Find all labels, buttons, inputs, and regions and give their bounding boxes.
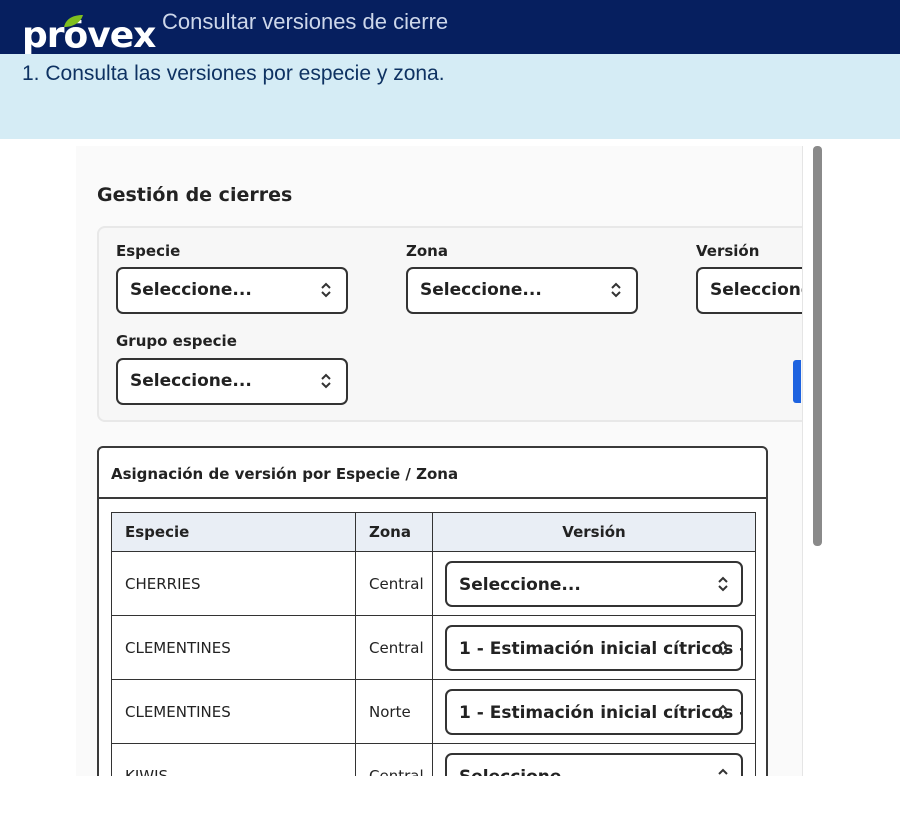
chevron-updown-icon [718, 704, 728, 720]
cell-zona: Central [355, 551, 433, 616]
cell-zona: Norte [355, 679, 433, 744]
filter-card: Especie Seleccione... Zona Seleccione...… [97, 226, 824, 422]
table-row: KIWIS Central Seleccione... [111, 743, 756, 776]
app-header: prōvex Consultar versiones de cierre [0, 0, 900, 54]
chevron-updown-icon [718, 576, 728, 592]
table-row: CLEMENTINES Central 1 - Estimación inici… [111, 615, 756, 680]
especie-select[interactable]: Seleccione... [116, 267, 348, 314]
version-label: Versión [696, 242, 760, 260]
leaf-icon [64, 15, 83, 27]
scrollbar-thumb[interactable] [813, 146, 822, 546]
cell-version: Seleccione... [432, 743, 756, 776]
version-row-select-value: 1 - Estimación inicial cítricos - ... [459, 639, 743, 659]
grupo-especie-select[interactable]: Seleccione... [116, 358, 348, 405]
column-header-especie: Especie [111, 512, 356, 552]
search-button[interactable] [793, 360, 801, 403]
assignment-table: Especie Zona Versión CHERRIES Central Se… [111, 512, 756, 776]
cell-zona: Central [355, 615, 433, 680]
table-header-row: Especie Zona Versión [111, 512, 756, 552]
cell-especie: CLEMENTINES [111, 615, 356, 680]
version-row-select-value: Seleccione... [459, 767, 581, 776]
cell-version: Seleccione... [432, 551, 756, 616]
version-row-select[interactable]: 1 - Estimación inicial cítricos - ... [445, 625, 743, 671]
column-header-zona: Zona [355, 512, 433, 552]
cell-especie: CLEMENTINES [111, 679, 356, 744]
version-row-select-value: 1 - Estimación inicial cítricos - ... [459, 703, 743, 723]
assignment-card: Asignación de versión por Especie / Zona… [97, 446, 768, 776]
table-row: CHERRIES Central Seleccione... [111, 551, 756, 616]
version-row-select[interactable]: Seleccione... [445, 753, 743, 776]
cell-especie: KIWIS [111, 743, 356, 776]
especie-select-value: Seleccione... [130, 280, 252, 300]
version-row-select[interactable]: Seleccione... [445, 561, 743, 607]
zona-select[interactable]: Seleccione... [406, 267, 638, 314]
table-row: CLEMENTINES Norte 1 - Estimación inicial… [111, 679, 756, 744]
chevron-updown-icon [718, 768, 728, 775]
cell-especie: CHERRIES [111, 551, 356, 616]
page-title: Consultar versiones de cierre [162, 9, 449, 34]
logo-text: prōvex [22, 15, 156, 56]
zona-select-value: Seleccione... [420, 280, 542, 300]
grupo-especie-select-value: Seleccione... [130, 371, 252, 391]
column-header-version: Versión [432, 512, 756, 552]
zona-label: Zona [406, 242, 448, 260]
section-title: Gestión de cierres [97, 184, 293, 206]
chevron-updown-icon [718, 640, 728, 656]
instruction-band: 1. Consulta las versiones por especie y … [0, 54, 900, 139]
cell-version: 1 - Estimación inicial cítricos - ... [432, 679, 756, 744]
instruction-step: 1. Consulta las versiones por especie y … [22, 62, 445, 85]
chevron-updown-icon [321, 282, 331, 298]
provex-logo[interactable]: prōvex [22, 15, 156, 56]
cell-version: 1 - Estimación inicial cítricos - ... [432, 615, 756, 680]
assignment-card-header: Asignación de versión por Especie / Zona [99, 448, 766, 499]
grupo-especie-label: Grupo especie [116, 332, 237, 350]
cell-zona: Central [355, 743, 433, 776]
assignment-title: Asignación de versión por Especie / Zona [111, 465, 459, 483]
chevron-updown-icon [611, 282, 621, 298]
version-row-select-value: Seleccione... [459, 575, 581, 595]
chevron-updown-icon [321, 373, 331, 389]
version-row-select[interactable]: 1 - Estimación inicial cítricos - ... [445, 689, 743, 735]
especie-label: Especie [116, 242, 181, 260]
app-screenshot: Gestión de cierres Especie Seleccione...… [76, 146, 824, 776]
